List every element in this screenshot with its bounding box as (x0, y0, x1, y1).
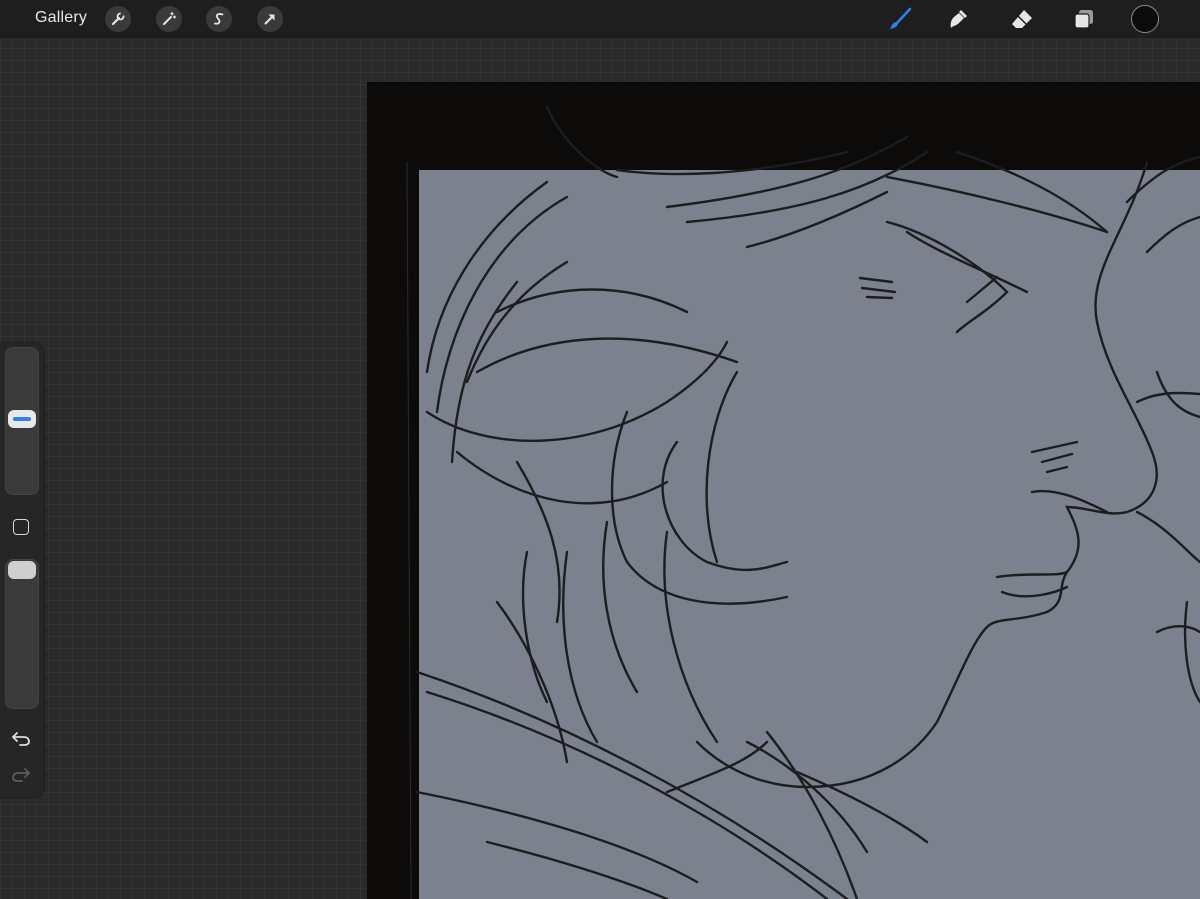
brush-opacity-slider[interactable] (5, 559, 39, 709)
brush-opacity-thumb[interactable] (8, 561, 36, 579)
selection-s-icon (214, 13, 224, 25)
color-swatch[interactable] (1131, 5, 1159, 33)
transform-button[interactable] (257, 6, 283, 32)
eraser-icon (1012, 10, 1032, 28)
adjustments-button[interactable] (156, 6, 182, 32)
wrench-icon (111, 12, 125, 26)
brush-tool-button[interactable] (886, 5, 914, 33)
transform-arrow-icon (264, 14, 275, 25)
top-toolbar: Gallery (0, 0, 1200, 38)
redo-button[interactable] (10, 765, 32, 783)
undo-icon (12, 732, 30, 746)
selection-button[interactable] (206, 6, 232, 32)
undo-button[interactable] (10, 729, 32, 747)
canvas-area[interactable] (367, 82, 1200, 899)
brush-size-thumb[interactable] (8, 410, 36, 428)
magic-wand-icon (163, 11, 177, 25)
brush-size-slider[interactable] (5, 347, 39, 495)
layers-icon (1074, 10, 1093, 29)
sidebar (0, 343, 44, 797)
redo-icon (12, 768, 30, 782)
modify-button-icon[interactable] (13, 519, 29, 535)
layers-button[interactable] (1070, 5, 1098, 33)
smudge-icon (950, 10, 967, 28)
eraser-tool-button[interactable] (1008, 5, 1036, 33)
smudge-tool-button[interactable] (946, 5, 974, 33)
brush-icon (890, 7, 912, 29)
gallery-button[interactable]: Gallery (35, 9, 87, 27)
actions-button[interactable] (105, 6, 131, 32)
sketch-drawing (406, 105, 1200, 899)
